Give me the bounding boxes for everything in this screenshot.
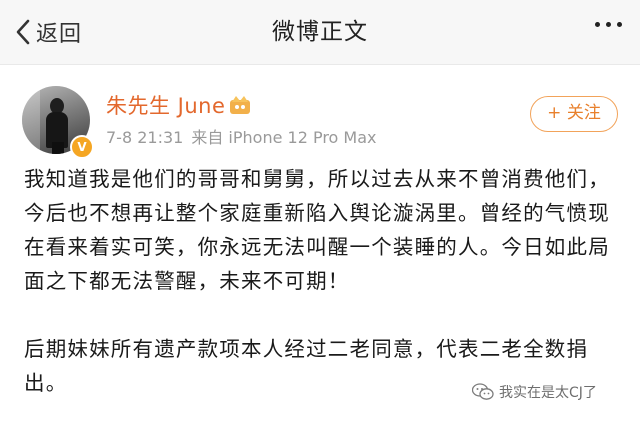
post-paragraph-1: 我知道我是他们的哥哥和舅舅，所以过去从来不曾消费他们，今后也不想再让整个家庭重新… <box>24 167 610 293</box>
watermark: 我实在是太CJ了 <box>472 382 597 402</box>
post-body: 我知道我是他们的哥哥和舅舅，所以过去从来不曾消费他们，今后也不想再让整个家庭重新… <box>24 162 624 400</box>
post-meta: 7-8 21:31 来自 iPhone 12 Pro Max <box>106 124 377 148</box>
username-text: 朱先生 June <box>106 94 226 118</box>
watermark-text: 我实在是太CJ了 <box>499 385 597 401</box>
top-navbar: 返回 微博正文 <box>0 0 640 64</box>
vip-crown-icon <box>229 95 251 115</box>
follow-button[interactable]: + 关注 <box>530 96 618 132</box>
verified-badge: V <box>70 135 94 159</box>
weibo-post-screen: 返回 微博正文 V 朱先生 June 7-8 21:31 来自 iPhone 12… <box>0 0 640 424</box>
navbar-divider <box>0 64 640 65</box>
page-title: 微博正文 <box>272 19 368 45</box>
post-time: 7-8 21:31 <box>106 128 184 147</box>
wechat-icon <box>472 383 494 400</box>
post-source: 来自 iPhone 12 Pro Max <box>191 128 377 147</box>
more-dots-icon[interactable] <box>595 22 622 27</box>
username[interactable]: 朱先生 June <box>106 90 251 120</box>
